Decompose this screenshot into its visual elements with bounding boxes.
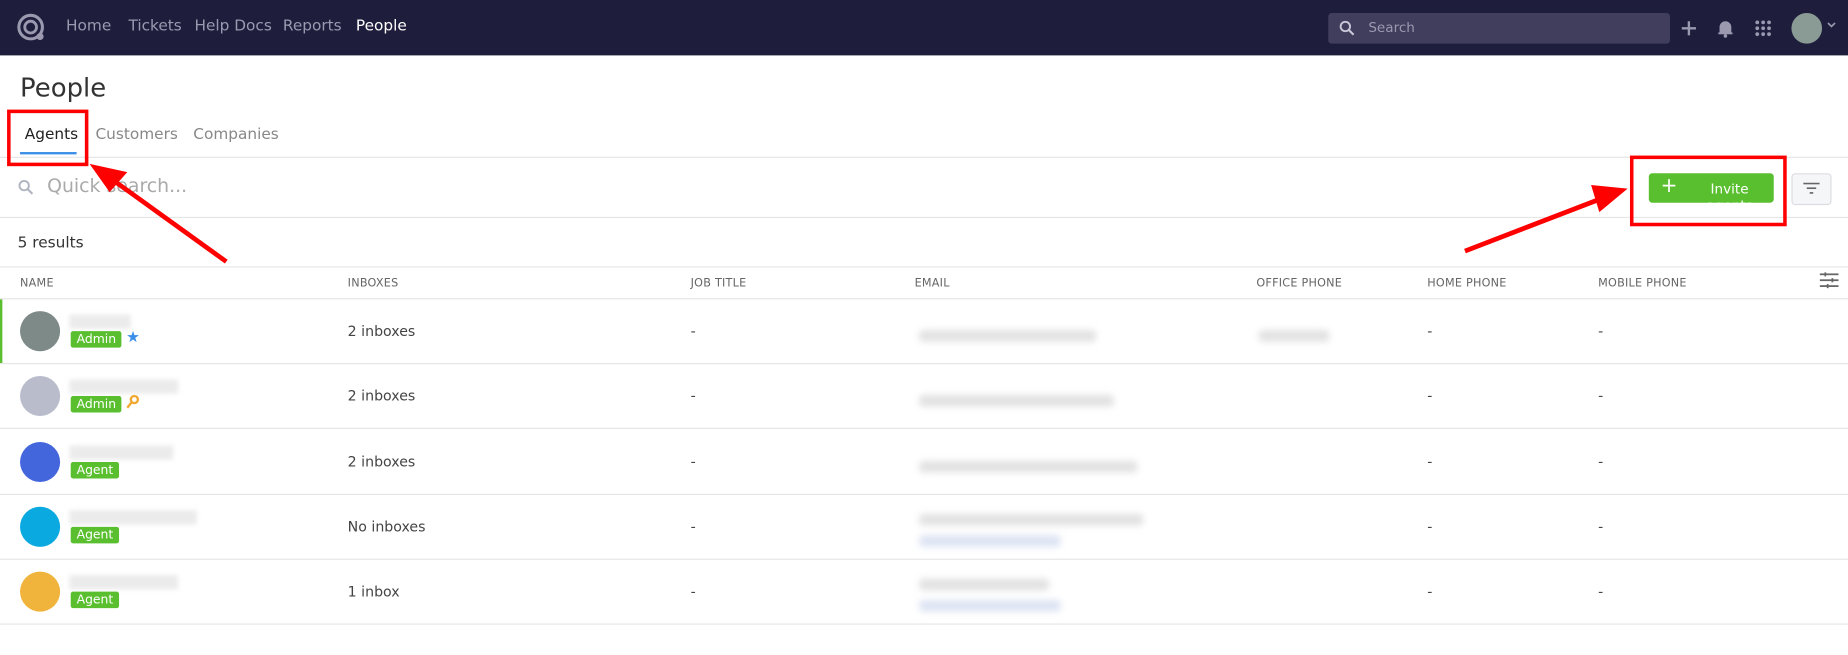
home-phone-cell: - (1427, 583, 1433, 601)
annotation-arrowhead-invite (1591, 185, 1628, 213)
job-title-cell: - (690, 322, 696, 340)
avatar[interactable] (20, 311, 61, 352)
column-header-inboxes[interactable]: INBOXES (348, 277, 399, 290)
home-phone-cell: - (1427, 322, 1433, 340)
agent-name-redacted[interactable] (69, 445, 174, 460)
nav-help-docs[interactable]: Help Docs (194, 18, 271, 36)
role-badge: Agent (70, 461, 120, 479)
job-title-cell: - (690, 518, 696, 535)
annotation-box-invite-button (1629, 155, 1787, 227)
column-header-name[interactable]: NAME (20, 277, 54, 290)
inboxes-cell: No inboxes (347, 518, 426, 535)
quick-search-input[interactable] (44, 173, 757, 198)
bell-icon[interactable] (1714, 16, 1738, 40)
home-phone-cell: - (1427, 518, 1433, 535)
mobile-phone-cell: - (1598, 583, 1604, 601)
divider (0, 216, 1848, 219)
row-divider (0, 623, 1848, 625)
star-icon: ★ (126, 328, 140, 347)
email-status-redacted (919, 534, 1061, 547)
agent-name-redacted[interactable] (69, 510, 197, 525)
filter-icon (1803, 182, 1820, 194)
email-status-redacted (919, 600, 1061, 612)
column-header-email[interactable]: EMAIL (915, 277, 950, 290)
inboxes-cell: 2 inboxes (347, 388, 416, 405)
divider (0, 266, 1848, 268)
email-redacted (919, 513, 1144, 526)
role-badge: Admin (70, 331, 122, 348)
nav-tickets[interactable]: Tickets (128, 18, 181, 36)
nav-home[interactable]: Home (66, 18, 111, 36)
job-title-cell: - (690, 388, 696, 405)
mobile-phone-cell: - (1598, 388, 1604, 405)
avatar[interactable] (20, 571, 61, 612)
column-header-mobile-phone[interactable]: MOBILE PHONE (1598, 277, 1687, 290)
email-redacted (919, 329, 1097, 342)
avatar[interactable] (20, 441, 61, 482)
search-icon (1339, 20, 1355, 36)
table-row[interactable]: Agent No inboxes - - - (0, 495, 1848, 560)
plus-icon[interactable] (1677, 16, 1701, 40)
apps-grid-icon[interactable] (1751, 16, 1775, 40)
filter-button[interactable] (1791, 173, 1832, 206)
avatar[interactable] (20, 506, 61, 547)
email-redacted (919, 578, 1049, 591)
tab-companies[interactable]: Companies (193, 126, 279, 144)
column-header-job-title[interactable]: JOB TITLE (691, 277, 747, 290)
email-redacted (919, 395, 1114, 407)
chevron-down-icon[interactable] (1826, 19, 1838, 31)
role-badge: Agent (70, 526, 120, 544)
app-logo-icon[interactable] (16, 13, 47, 44)
email-redacted (919, 460, 1138, 473)
search-icon (18, 179, 34, 195)
column-settings-icon[interactable] (1819, 272, 1839, 289)
search-placeholder: Search (1368, 18, 1415, 36)
mobile-phone-cell: - (1598, 453, 1604, 470)
top-navbar: Home Tickets Help Docs Reports People Se… (0, 0, 1848, 56)
page-title: People (20, 74, 107, 104)
mobile-phone-cell: - (1598, 518, 1604, 535)
home-phone-cell: - (1427, 453, 1433, 470)
role-badge: Admin (70, 396, 122, 413)
table-row[interactable]: Admin ★ 2 inboxes - - - (0, 299, 1848, 365)
annotation-arrow-to-invite (1464, 195, 1604, 254)
table-row[interactable]: Admin 2 inboxes - - - (0, 365, 1848, 430)
inboxes-cell: 1 inbox (347, 583, 400, 601)
divider (0, 156, 1848, 158)
avatar[interactable] (20, 376, 61, 417)
user-avatar[interactable] (1791, 12, 1823, 44)
table-row[interactable]: Agent 2 inboxes - - - (0, 430, 1848, 495)
annotation-box-agents-tab (7, 109, 89, 167)
nav-people[interactable]: People (356, 18, 407, 36)
inboxes-cell: 2 inboxes (347, 453, 416, 470)
column-header-office-phone[interactable]: OFFICE PHONE (1256, 277, 1342, 290)
office-phone-redacted (1258, 329, 1330, 342)
results-count: 5 results (17, 234, 84, 253)
mobile-phone-cell: - (1598, 322, 1604, 340)
table-row[interactable]: Agent 1 inbox - - - (0, 560, 1848, 625)
tab-customers[interactable]: Customers (95, 126, 177, 144)
job-title-cell: - (690, 583, 696, 601)
role-badge: Agent (70, 591, 120, 609)
home-phone-cell: - (1427, 388, 1433, 405)
nav-reports[interactable]: Reports (283, 18, 342, 36)
job-title-cell: - (690, 453, 696, 470)
agent-name-redacted[interactable] (69, 314, 131, 329)
inboxes-cell: 2 inboxes (347, 322, 416, 340)
agent-name-redacted[interactable] (69, 575, 178, 590)
global-search-input[interactable]: Search (1328, 12, 1671, 44)
agent-name-redacted[interactable] (69, 379, 178, 394)
key-icon (126, 395, 140, 409)
column-header-home-phone[interactable]: HOME PHONE (1427, 277, 1506, 290)
